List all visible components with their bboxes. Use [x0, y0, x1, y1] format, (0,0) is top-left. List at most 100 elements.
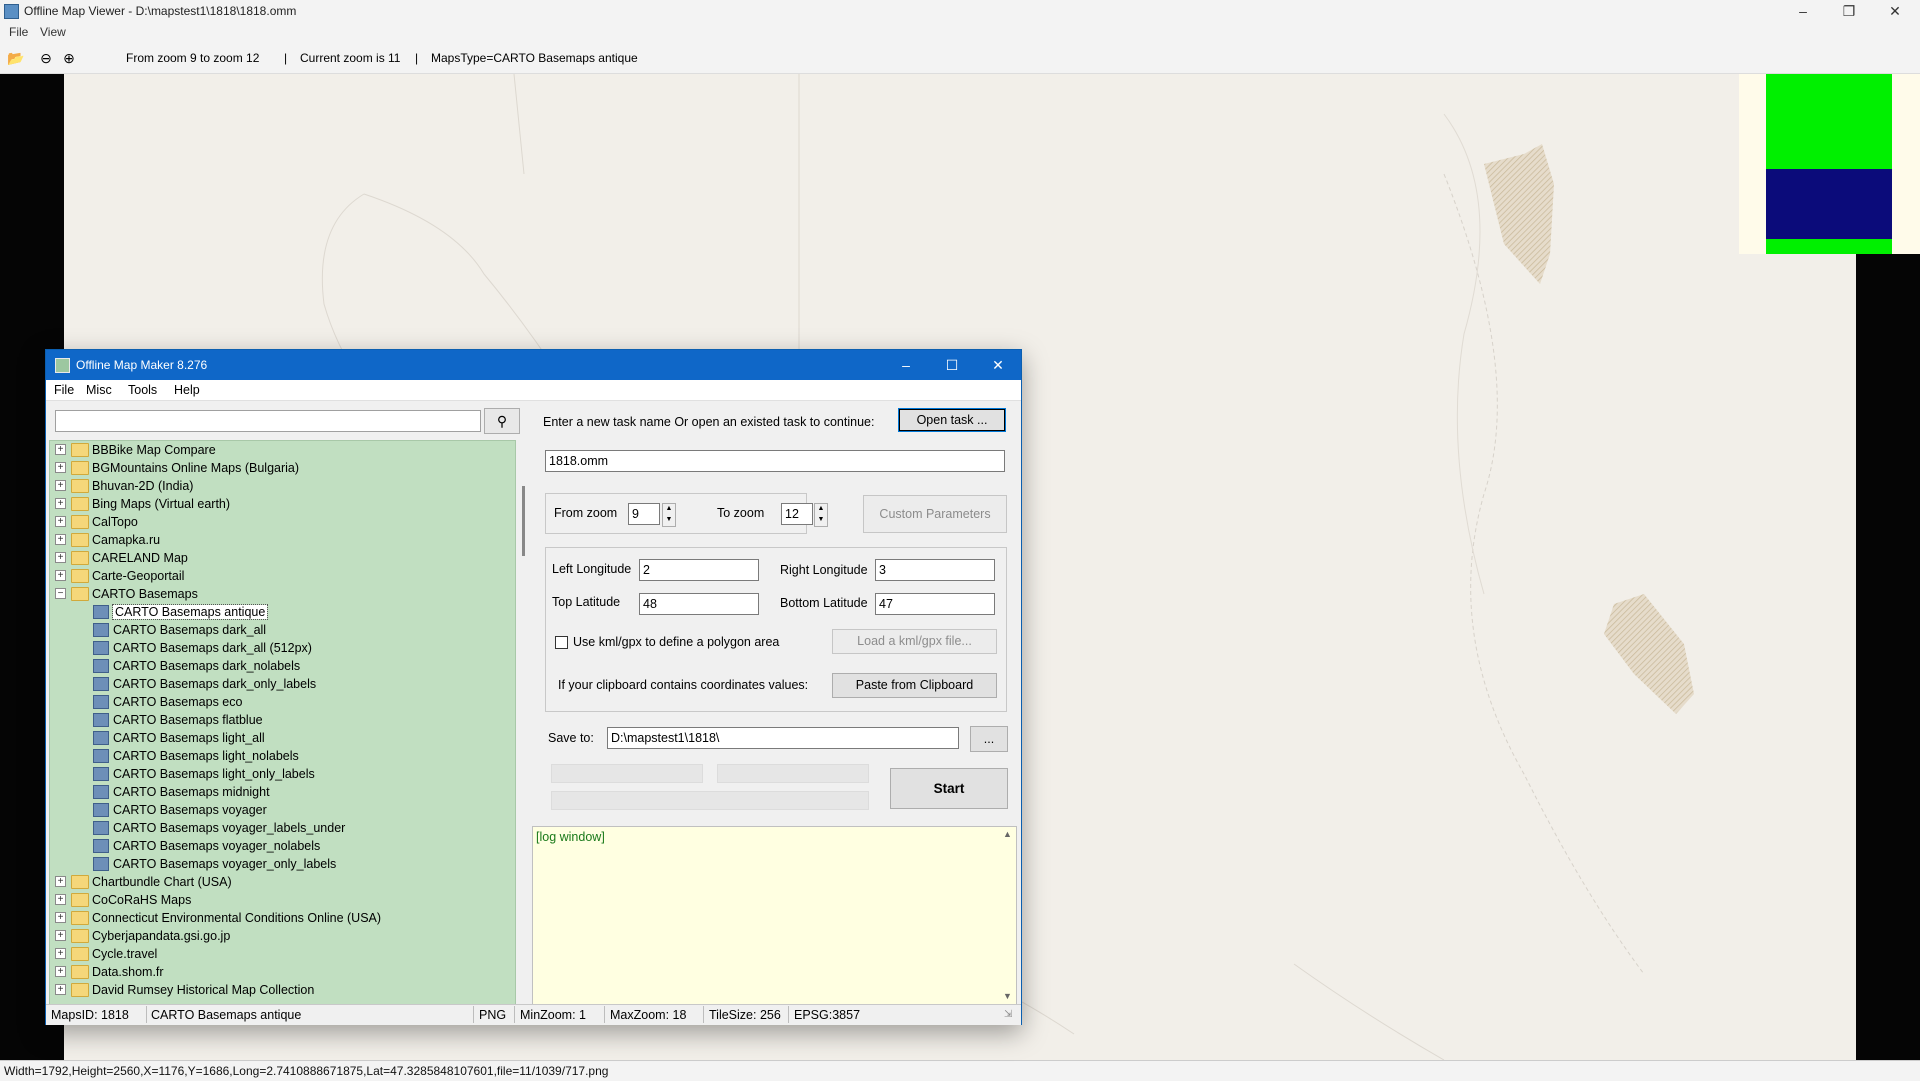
expand-icon[interactable]: +	[55, 966, 66, 977]
menu-file[interactable]: File	[54, 383, 74, 397]
expand-icon[interactable]: +	[55, 876, 66, 887]
tree-folder-item[interactable]: + Cycle.travel	[50, 945, 515, 963]
menu-misc[interactable]: Misc	[86, 383, 112, 397]
tree-folder-item[interactable]: + CARELAND Map	[50, 549, 515, 567]
minimap[interactable]	[1739, 74, 1920, 254]
minimize-icon[interactable]: –	[1780, 0, 1826, 22]
paste-from-clipboard-button[interactable]: Paste from Clipboard	[832, 673, 997, 698]
tree-item-label: CARTO Basemaps midnight	[113, 785, 270, 799]
tree-item-label: CoCoRaHS Maps	[92, 893, 192, 907]
map-layer-icon	[93, 731, 109, 745]
right-longitude-input[interactable]: 3	[875, 559, 995, 581]
menu-tools[interactable]: Tools	[128, 383, 157, 397]
tree-map-item[interactable]: CARTO Basemaps light_nolabels	[50, 747, 515, 765]
viewer-status-text: Width=1792,Height=2560,X=1176,Y=1686,Lon…	[4, 1064, 609, 1078]
menu-help[interactable]: Help	[174, 383, 200, 397]
browse-button[interactable]: ...	[970, 726, 1008, 752]
restore-icon[interactable]: ❐	[1826, 0, 1872, 22]
progress-bar	[551, 764, 703, 783]
tree-folder-item[interactable]: + Chartbundle Chart (USA)	[50, 873, 515, 891]
tree-folder-item[interactable]: + CalTopo	[50, 513, 515, 531]
save-to-input[interactable]: D:\mapstest1\1818\	[607, 727, 959, 749]
zoom-out-icon[interactable]: ⊖	[37, 49, 55, 67]
resize-grip-icon[interactable]: ⇲	[1004, 1009, 1012, 1020]
expand-icon[interactable]: +	[55, 894, 66, 905]
search-input[interactable]	[55, 410, 481, 432]
tree-map-item[interactable]: CARTO Basemaps eco	[50, 693, 515, 711]
tree-folder-item[interactable]: + Bhuvan-2D (India)	[50, 477, 515, 495]
scroll-down-icon[interactable]: ▼	[1003, 991, 1012, 1001]
maximize-icon[interactable]: ☐	[929, 350, 975, 380]
tree-map-item[interactable]: CARTO Basemaps voyager_nolabels	[50, 837, 515, 855]
tree-folder-item[interactable]: + Carte-Geoportail	[50, 567, 515, 585]
custom-parameters-button[interactable]: Custom Parameters	[863, 495, 1007, 533]
load-kml-button[interactable]: Load a kml/gpx file...	[832, 629, 997, 654]
tree-map-item[interactable]: CARTO Basemaps light_only_labels	[50, 765, 515, 783]
close-icon[interactable]: ✕	[1872, 0, 1918, 22]
viewer-menu-file[interactable]: File	[9, 25, 28, 39]
zoom-in-icon[interactable]: ⊕	[60, 49, 78, 67]
tree-scrollbar-thumb[interactable]	[522, 486, 525, 556]
close-icon[interactable]: ✕	[975, 350, 1021, 380]
tree-map-item[interactable]: CARTO Basemaps dark_only_labels	[50, 675, 515, 693]
kml-checkbox[interactable]	[555, 636, 568, 649]
tree-folder-item[interactable]: + Bing Maps (Virtual earth)	[50, 495, 515, 513]
tree-map-item[interactable]: CARTO Basemaps voyager_only_labels	[50, 855, 515, 873]
tree-folder-item[interactable]: + Data.shom.fr	[50, 963, 515, 981]
expand-icon[interactable]: +	[55, 948, 66, 959]
tree-map-item[interactable]: CARTO Basemaps voyager_labels_under	[50, 819, 515, 837]
viewer-menu-view[interactable]: View	[40, 25, 66, 39]
tree-map-item[interactable]: CARTO Basemaps dark_nolabels	[50, 657, 515, 675]
tree-map-item[interactable]: CARTO Basemaps dark_all (512px)	[50, 639, 515, 657]
expand-icon[interactable]: +	[55, 444, 66, 455]
bottom-latitude-input[interactable]: 47	[875, 593, 995, 615]
maps-type-text: MapsType=CARTO Basemaps antique	[431, 51, 638, 65]
tree-folder-item[interactable]: − CARTO Basemaps	[50, 585, 515, 603]
tree-folder-item[interactable]: + BGMountains Online Maps (Bulgaria)	[50, 459, 515, 477]
tree-map-item[interactable]: CARTO Basemaps voyager	[50, 801, 515, 819]
tree-folder-item[interactable]: + Cyberjapandata.gsi.go.jp	[50, 927, 515, 945]
status-epsg: EPSG:3857	[794, 1008, 861, 1022]
expand-icon[interactable]: +	[55, 534, 66, 545]
expand-icon[interactable]: +	[55, 552, 66, 563]
expand-icon[interactable]: +	[55, 984, 66, 995]
task-name-input[interactable]: 1818.omm	[545, 450, 1005, 472]
expand-icon[interactable]: +	[55, 462, 66, 473]
start-button[interactable]: Start	[890, 768, 1008, 809]
expand-icon[interactable]: +	[55, 516, 66, 527]
log-window[interactable]: [log window] ▲ ▼	[532, 826, 1017, 1007]
tree-item-label: BGMountains Online Maps (Bulgaria)	[92, 461, 300, 475]
scroll-up-icon[interactable]: ▲	[1003, 829, 1012, 839]
tree-folder-item[interactable]: + Camapka.ru	[50, 531, 515, 549]
from-zoom-stepper[interactable]: ▲ ▼	[662, 503, 676, 527]
to-zoom-input[interactable]: 12	[781, 503, 813, 525]
open-folder-icon[interactable]: 📂	[7, 49, 25, 67]
tree-map-item[interactable]: CARTO Basemaps dark_all	[50, 621, 515, 639]
tree-map-item[interactable]: CARTO Basemaps flatblue	[50, 711, 515, 729]
magnifier-icon[interactable]: ⚲	[484, 408, 520, 434]
dialog-title-bar[interactable]: Offline Map Maker 8.276 – ☐ ✕	[46, 350, 1021, 380]
expand-icon[interactable]: +	[55, 912, 66, 923]
log-text: [log window]	[536, 830, 605, 844]
open-task-button[interactable]: Open task ...	[898, 408, 1006, 432]
expand-icon[interactable]: +	[55, 498, 66, 509]
expand-icon[interactable]: +	[55, 480, 66, 491]
tree-folder-item[interactable]: + Connecticut Environmental Conditions On…	[50, 909, 515, 927]
expand-icon[interactable]: +	[55, 570, 66, 581]
map-provider-tree[interactable]: + BBBike Map Compare + BGMountains Online M…	[49, 440, 516, 1005]
tree-folder-item[interactable]: + CoCoRaHS Maps	[50, 891, 515, 909]
left-longitude-input[interactable]: 2	[639, 559, 759, 581]
tree-map-item[interactable]: CARTO Basemaps midnight	[50, 783, 515, 801]
tree-map-item[interactable]: CARTO Basemaps light_all	[50, 729, 515, 747]
minimize-icon[interactable]: –	[883, 350, 929, 380]
tree-folder-item[interactable]: + BBBike Map Compare	[50, 441, 515, 459]
tree-item-label: CARTO Basemaps	[92, 587, 198, 601]
collapse-icon[interactable]: −	[55, 588, 66, 599]
from-zoom-input[interactable]: 9	[628, 503, 660, 525]
tree-folder-item[interactable]: + David Rumsey Historical Map Collection	[50, 981, 515, 999]
to-zoom-stepper[interactable]: ▲ ▼	[814, 503, 828, 527]
tree-item-label: CARTO Basemaps voyager_nolabels	[113, 839, 321, 853]
expand-icon[interactable]: +	[55, 930, 66, 941]
top-latitude-input[interactable]: 48	[639, 593, 759, 615]
tree-map-item[interactable]: CARTO Basemaps antique	[50, 603, 515, 621]
